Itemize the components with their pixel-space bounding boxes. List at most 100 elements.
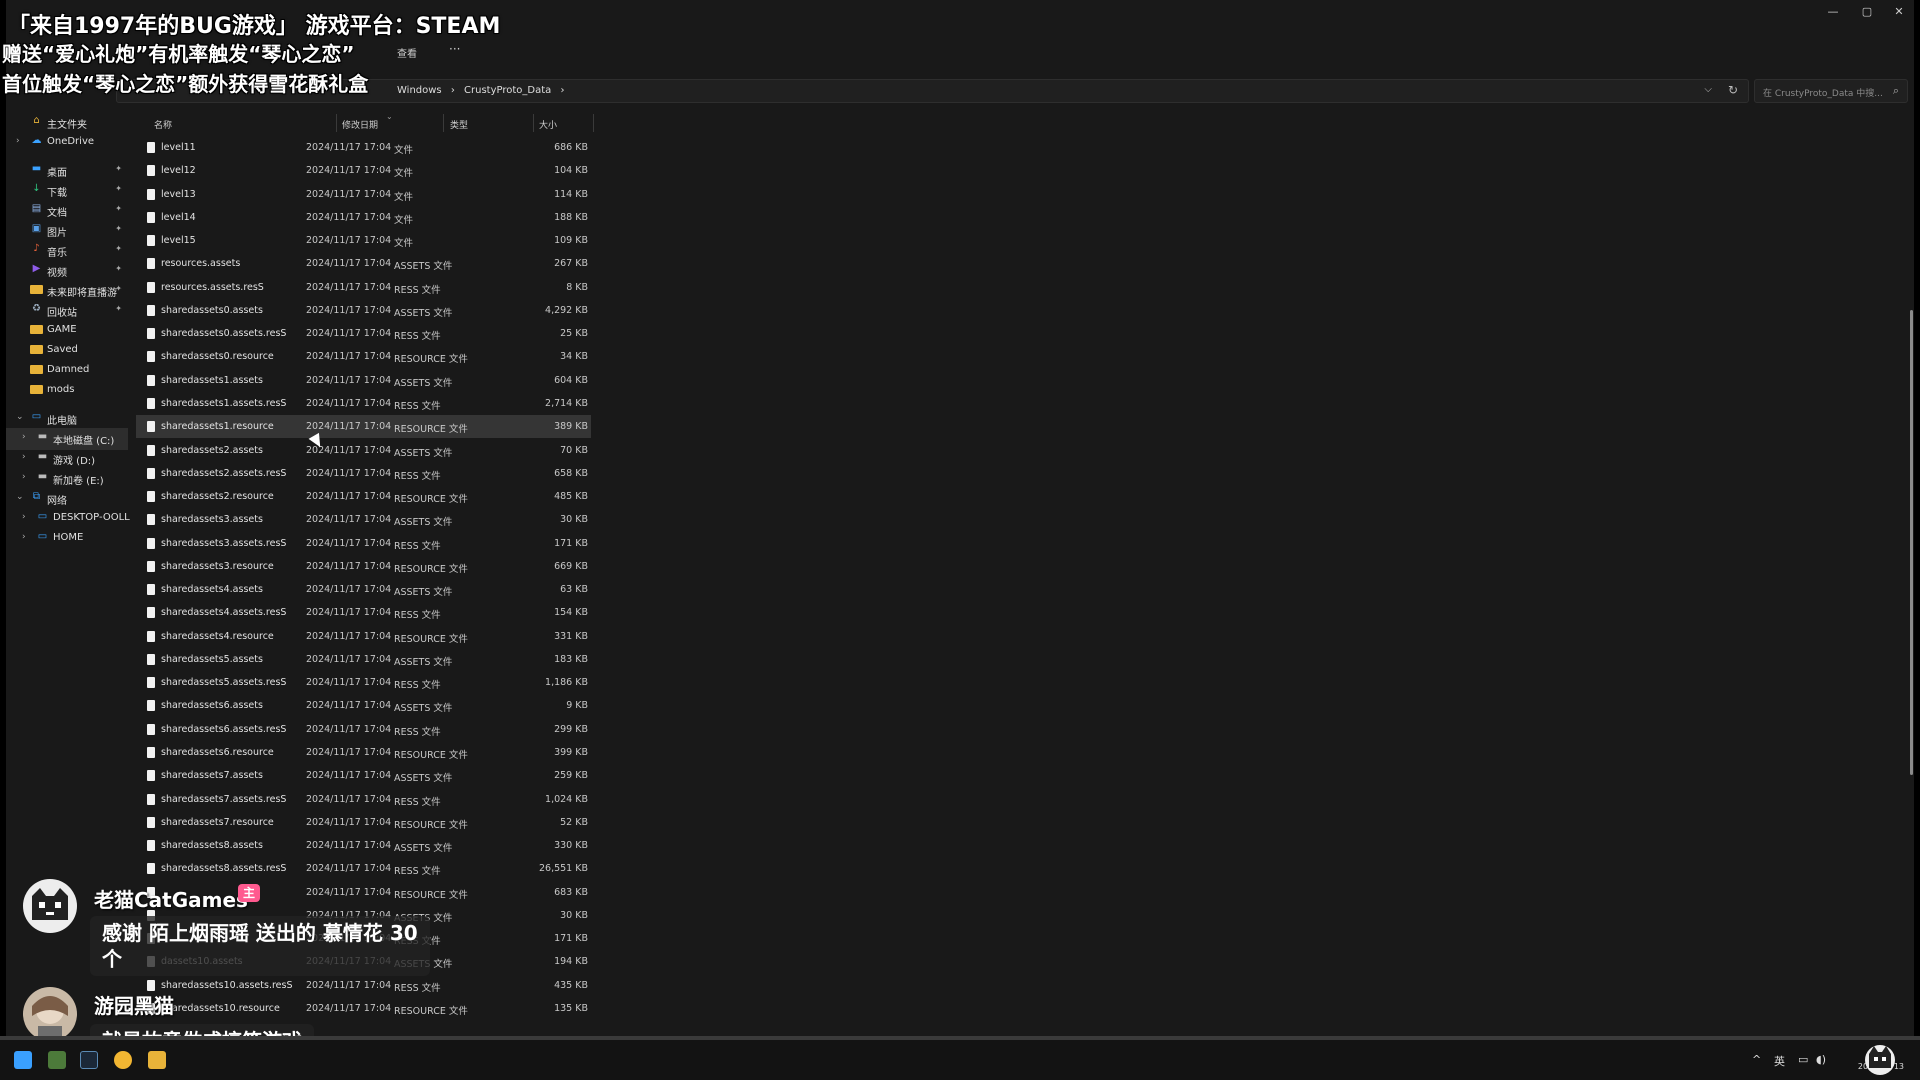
sidebar-item-6[interactable]: ♪ 音乐 ✦ xyxy=(6,240,128,262)
sidebar-item-14[interactable]: ⌄ ▭ 此电脑 xyxy=(6,408,128,430)
column-name[interactable]: 名称 xyxy=(154,118,172,131)
refresh-icon[interactable]: ↻ xyxy=(1728,83,1738,97)
vertical-scrollbar[interactable] xyxy=(1910,310,1913,775)
sidebar-item-10[interactable]: GAME xyxy=(6,320,128,342)
search-icon: ⌕ xyxy=(1892,84,1899,97)
file-row[interactable]: sharedassets6.assets.resS 2024/11/17 17:0… xyxy=(136,718,591,741)
file-row[interactable]: sharedassets7.resource 2024/11/17 17:04 RE… xyxy=(136,811,591,834)
file-date: 2024/11/17 17:04 xyxy=(306,397,392,409)
file-explorer-icon[interactable] xyxy=(148,1051,166,1069)
file-row[interactable]: sharedassets7.assets 2024/11/17 17:04 ASSE… xyxy=(136,764,591,787)
sidebar-item-4[interactable]: ▤ 文档 ✦ xyxy=(6,200,128,222)
file-row[interactable]: sharedassets3.assets.resS 2024/11/17 17:0… xyxy=(136,532,591,555)
chevron-down-icon[interactable]: ⌵ xyxy=(1704,84,1712,95)
view-button[interactable]: 查看 xyxy=(397,45,417,60)
file-row[interactable]: sharedassets2.assets.resS 2024/11/17 17:0… xyxy=(136,462,591,485)
sidebar-item-12[interactable]: Damned xyxy=(6,360,128,382)
sidebar-item-7[interactable]: ▶ 视频 ✦ xyxy=(6,260,128,282)
column-divider[interactable] xyxy=(336,114,337,132)
file-row[interactable]: resources.assets 2024/11/17 17:04 ASSETS 文… xyxy=(136,252,591,275)
sidebar-item-1[interactable]: › ☁ OneDrive xyxy=(6,132,128,154)
breadcrumb-windows[interactable]: Windows xyxy=(397,85,442,96)
column-divider[interactable] xyxy=(593,114,594,132)
file-row[interactable]: sharedassets4.assets 2024/11/17 17:04 ASSE… xyxy=(136,578,591,601)
sidebar-item-3[interactable]: ↓ 下载 ✦ xyxy=(6,180,128,202)
chevron-right-icon[interactable]: › xyxy=(22,512,26,522)
file-row[interactable]: sharedassets2.resource 2024/11/17 17:04 RE… xyxy=(136,485,591,508)
file-row[interactable]: sharedassets0.assets 2024/11/17 17:04 ASSE… xyxy=(136,299,591,322)
sidebar-item-18[interactable]: ⌄ ⧉ 网络 xyxy=(6,488,128,510)
file-row[interactable]: sharedassets8.assets.resS 2024/11/17 17:0… xyxy=(136,857,591,880)
file-size: 25 KB xyxy=(560,328,588,340)
chevron-right-icon[interactable]: › xyxy=(22,432,26,442)
folder-icon xyxy=(30,385,43,394)
volume-icon[interactable]: ◖) xyxy=(1816,1053,1826,1066)
file-row[interactable]: sharedassets2.assets 2024/11/17 17:04 ASSE… xyxy=(136,439,591,462)
chevron-down-icon[interactable]: ⌄ xyxy=(16,492,24,502)
chevron-right-icon[interactable]: › xyxy=(22,532,26,542)
app-icon[interactable] xyxy=(48,1051,66,1069)
file-row[interactable]: sharedassets6.resource 2024/11/17 17:04 RE… xyxy=(136,741,591,764)
file-row[interactable]: sharedassets8.assets 2024/11/17 17:04 ASSE… xyxy=(136,834,591,857)
chevron-right-icon[interactable]: › xyxy=(16,136,20,146)
file-size: 435 KB xyxy=(554,979,588,991)
file-row[interactable]: sharedassets5.assets 2024/11/17 17:04 ASSE… xyxy=(136,648,591,671)
ime-indicator[interactable]: 英 xyxy=(1774,1053,1785,1069)
sidebar-item-16[interactable]: › ▬ 游戏 (D:) xyxy=(6,448,128,470)
chevron-right-icon[interactable]: › xyxy=(22,472,26,482)
maximize-button[interactable]: ▢ xyxy=(1852,2,1882,22)
network-tray-icon[interactable]: ▭ xyxy=(1798,1053,1808,1066)
file-row[interactable]: sharedassets10.resource 2024/11/17 17:04 R… xyxy=(136,997,591,1020)
sidebar-item-17[interactable]: › ▬ 新加卷 (E:) xyxy=(6,468,128,490)
sidebar-item-13[interactable]: mods xyxy=(6,380,128,402)
file-row[interactable]: level11 2024/11/17 17:04 文件 686 KB xyxy=(136,136,591,159)
file-row[interactable]: sharedassets3.assets 2024/11/17 17:04 ASSE… xyxy=(136,508,591,531)
sidebar-item-11[interactable]: Saved xyxy=(6,340,128,362)
file-row[interactable]: sharedassets0.resource 2024/11/17 17:04 RE… xyxy=(136,345,591,368)
file-row[interactable]: sharedassets1.resource 2024/11/17 17:04 RE… xyxy=(136,415,591,439)
sidebar-item-5[interactable]: ▣ 图片 ✦ xyxy=(6,220,128,242)
search-input[interactable]: 在 CrustyProto_Data 中搜... ⌕ xyxy=(1754,79,1908,103)
file-row[interactable]: level13 2024/11/17 17:04 文件 114 KB xyxy=(136,183,591,206)
file-row[interactable]: sharedassets10.assets.resS 2024/11/17 17:… xyxy=(136,974,591,997)
file-size: 104 KB xyxy=(554,165,588,177)
file-size: 63 KB xyxy=(560,584,588,596)
chevron-down-icon[interactable]: ⌄ xyxy=(16,412,24,422)
breadcrumb-crustyproto-data[interactable]: CrustyProto_Data xyxy=(464,85,551,96)
file-icon xyxy=(147,397,155,409)
column-type[interactable]: 类型 xyxy=(450,118,468,131)
file-row[interactable]: sharedassets3.resource 2024/11/17 17:04 RE… xyxy=(136,555,591,578)
steam-icon[interactable] xyxy=(80,1051,98,1069)
sidebar-item-19[interactable]: › ▭ DESKTOP-OOLL xyxy=(6,508,130,530)
sidebar-item-8[interactable]: 未来即将直播游 ✦ xyxy=(6,280,128,302)
file-row[interactable]: level15 2024/11/17 17:04 文件 109 KB xyxy=(136,229,591,252)
file-row[interactable]: sharedassets4.assets.resS 2024/11/17 17:0… xyxy=(136,601,591,624)
column-size[interactable]: 大小 xyxy=(539,118,557,131)
file-row[interactable]: sharedassets1.assets 2024/11/17 17:04 ASSE… xyxy=(136,369,591,392)
sidebar-item-9[interactable]: ♻ 回收站 ✦ xyxy=(6,300,128,322)
tray-expand-icon[interactable]: ^ xyxy=(1752,1053,1761,1066)
start-icon[interactable] xyxy=(14,1051,32,1069)
sidebar-item-0[interactable]: ⌂ 主文件夹 xyxy=(6,112,128,134)
file-row[interactable]: sharedassets7.assets.resS 2024/11/17 17:0… xyxy=(136,788,591,811)
column-divider[interactable] xyxy=(533,114,534,132)
close-button[interactable]: ✕ xyxy=(1884,2,1914,22)
file-row[interactable]: sharedassets5.assets.resS 2024/11/17 17:0… xyxy=(136,671,591,694)
file-row[interactable]: level14 2024/11/17 17:04 文件 188 KB xyxy=(136,206,591,229)
more-options-button[interactable]: ··· xyxy=(449,42,460,56)
minimize-button[interactable]: — xyxy=(1818,2,1848,22)
sidebar-item-2[interactable]: ▬ 桌面 ✦ xyxy=(6,160,128,182)
file-row[interactable]: resources.assets.resS 2024/11/17 17:04 RES… xyxy=(136,276,591,299)
sidebar-item-20[interactable]: › ▭ HOME xyxy=(6,528,128,550)
sidebar-item-15[interactable]: › ▬ 本地磁盘 (C:) xyxy=(6,428,128,450)
file-row[interactable]: level12 2024/11/17 17:04 文件 104 KB xyxy=(136,159,591,182)
sidebar-item-label: 文档 xyxy=(47,208,67,219)
browser-icon[interactable] xyxy=(114,1051,132,1069)
file-row[interactable]: sharedassets4.resource 2024/11/17 17:04 RE… xyxy=(136,625,591,648)
chevron-right-icon[interactable]: › xyxy=(22,452,26,462)
file-row[interactable]: sharedassets0.assets.resS 2024/11/17 17:0… xyxy=(136,322,591,345)
column-date[interactable]: 修改日期 xyxy=(342,118,378,131)
file-row[interactable]: sharedassets6.assets 2024/11/17 17:04 ASSE… xyxy=(136,694,591,717)
file-row[interactable]: sharedassets1.assets.resS 2024/11/17 17:0… xyxy=(136,392,591,415)
column-divider[interactable] xyxy=(443,114,444,132)
